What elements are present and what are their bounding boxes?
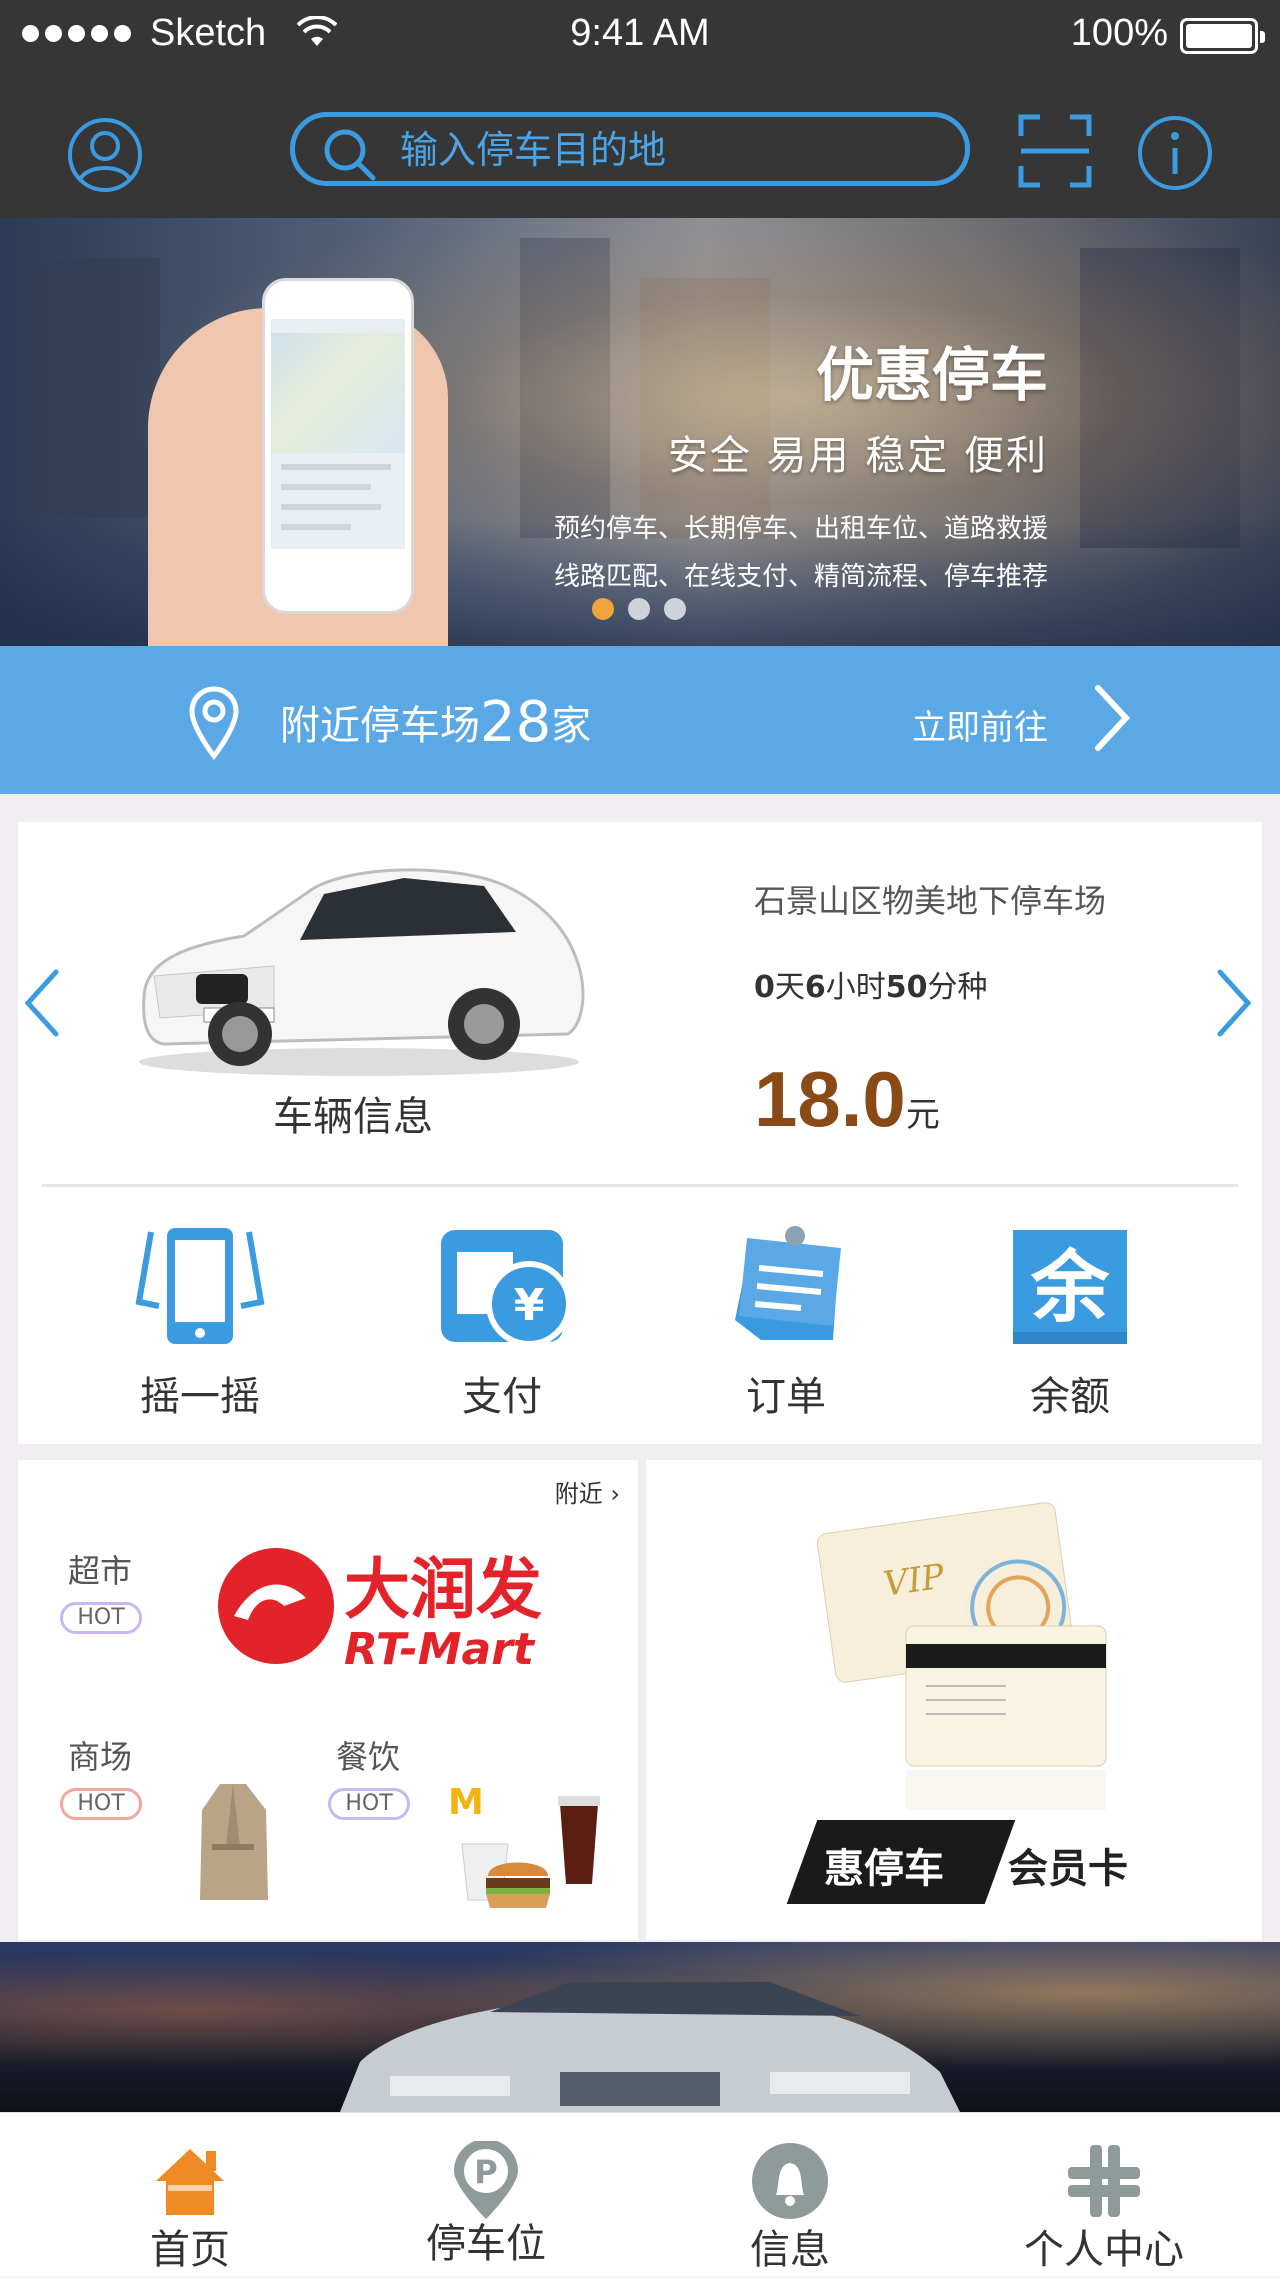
divider	[42, 1184, 1238, 1187]
duration-days-unit: 天	[774, 970, 805, 1005]
pay-button[interactable]: ¥ 支付	[402, 1222, 602, 1422]
fee-unit: 元	[905, 1096, 940, 1134]
tab-messages[interactable]: 信息	[630, 2113, 950, 2278]
shake-label: 摇一摇	[140, 1374, 260, 1420]
mall-label: 商场	[68, 1738, 133, 1776]
orders-label: 订单	[746, 1374, 826, 1420]
order-note-icon	[735, 1226, 841, 1340]
tab-home-label: 首页	[150, 2227, 230, 2273]
svg-text:M: M	[448, 1782, 484, 1823]
banner-features-1: 预约停车、长期停车、出租车位、道路救援	[553, 514, 1048, 544]
dining-label: 餐饮	[336, 1738, 401, 1776]
status-bar: Sketch 9:41 AM 100%	[0, 0, 1280, 72]
nearby-parking-bar[interactable]: 附近停车场28家 立即前往	[0, 646, 1280, 794]
page-dot[interactable]	[628, 598, 650, 620]
vehicle-info-label: 车辆信息	[273, 1094, 433, 1140]
bottom-tab-bar: 首页 P 停车位 信息 个人中心	[0, 2112, 1280, 2277]
page-dot-active[interactable]	[592, 598, 614, 620]
vip-card-image: VIP	[816, 1502, 1107, 1810]
vip-card-title: VIP	[881, 1557, 948, 1605]
search-icon	[324, 129, 376, 181]
balance-button[interactable]: 余 余额	[970, 1222, 1170, 1422]
tab-profile[interactable]: 个人中心	[944, 2113, 1264, 2278]
phone-mockup-image	[262, 278, 414, 614]
nearby-suffix: 家	[551, 703, 592, 749]
search-input[interactable]: 输入停车目的地	[290, 112, 970, 186]
svg-text:¥: ¥	[514, 1280, 545, 1331]
svg-text:P: P	[474, 2153, 497, 2191]
chevron-right-icon[interactable]	[1214, 968, 1254, 1038]
tab-home[interactable]: 首页	[30, 2113, 350, 2278]
car-image	[139, 868, 585, 1076]
vehicle-info-card: 车辆信息 石景山区物美地下停车场 0天6小时50分种 18.0元 摇一摇 ¥ 支…	[18, 822, 1262, 1444]
shake-phone-icon	[135, 1228, 265, 1344]
banner-features-2: 线路匹配、在线支付、精简流程、停车推荐	[553, 562, 1048, 592]
chevron-right-icon: ›	[610, 1480, 620, 1508]
orders-button[interactable]: 订单	[686, 1222, 886, 1422]
battery-icon	[1180, 18, 1265, 54]
parking-duration: 0天6小时50分种	[754, 962, 988, 1006]
nearby-prefix: 附近停车场	[280, 703, 480, 749]
balance-yu-icon: 余	[1013, 1230, 1127, 1344]
shake-button[interactable]: 摇一摇	[100, 1222, 300, 1422]
pay-label: 支付	[462, 1374, 542, 1420]
location-pin-icon	[189, 686, 239, 760]
tab-parking-label: 停车位	[426, 2221, 546, 2267]
rt-mart-cn: 大润发	[344, 1551, 542, 1628]
car-ad-banner[interactable]	[0, 1942, 1280, 2112]
page-dot[interactable]	[664, 598, 686, 620]
nearby-shops-card[interactable]: 附近 › 超市 HOT 大润发 RT-Mart 商场 HOT 餐饮 HOT M	[18, 1460, 638, 1940]
top-nav-bar: 输入停车目的地	[0, 72, 1280, 218]
fee-amount: 18.0	[754, 1055, 906, 1143]
rt-mart-en: RT-Mart	[344, 1624, 536, 1675]
info-icon[interactable]	[1136, 114, 1214, 192]
duration-hours: 6	[804, 970, 826, 1005]
membership-label: 会员卡	[1008, 1846, 1128, 1892]
svg-text:余: 余	[1030, 1243, 1110, 1333]
coat-image[interactable]	[196, 1780, 270, 1908]
banner-page-indicator[interactable]	[592, 598, 686, 620]
nearby-count: 28	[480, 690, 552, 755]
brand-badge-text: 惠停车	[824, 1846, 944, 1892]
rt-mart-logo[interactable]: 大润发 RT-Mart	[214, 1540, 594, 1680]
battery-percent: 100%	[1070, 12, 1168, 54]
promo-banner[interactable]: 优惠停车 安全 易用 稳定 便利 预约停车、长期停车、出租车位、道路救援 线路匹…	[0, 218, 1280, 646]
scan-icon[interactable]	[1018, 114, 1092, 188]
membership-card-promo[interactable]: VIP 惠停车 会员卡	[646, 1460, 1262, 1940]
sedan-image	[340, 1982, 960, 2112]
more-label: 附近	[554, 1480, 603, 1508]
balance-label: 余额	[1030, 1374, 1110, 1420]
fast-food-image[interactable]: M	[448, 1780, 618, 1920]
hot-badge: HOT	[60, 1788, 142, 1820]
chevron-right-icon[interactable]	[1092, 684, 1132, 752]
user-avatar-icon[interactable]	[66, 116, 144, 194]
duration-days: 0	[754, 970, 775, 1005]
hot-badge: HOT	[328, 1788, 410, 1820]
tab-messages-label: 信息	[750, 2227, 830, 2273]
duration-hours-unit: 小时	[825, 970, 886, 1005]
parking-pin-icon: P	[454, 2141, 518, 2219]
duration-minutes-unit: 分种	[927, 970, 988, 1005]
tab-parking[interactable]: P 停车位	[326, 2113, 646, 2278]
parking-lot-name: 石景山区物美地下停车场	[754, 882, 1107, 920]
chevron-left-icon[interactable]	[22, 968, 62, 1038]
tab-profile-label: 个人中心	[1024, 2227, 1184, 2273]
bell-icon	[752, 2143, 828, 2219]
search-placeholder: 输入停车目的地	[400, 128, 667, 172]
supermarket-label: 超市	[68, 1552, 133, 1590]
banner-title: 优惠停车	[815, 341, 1048, 409]
grid-plus-icon	[1068, 2145, 1140, 2217]
parking-fee: 18.0元	[754, 1054, 940, 1145]
nearby-count-label: 附近停车场28家	[280, 690, 591, 755]
wallet-yuan-icon: ¥	[441, 1230, 572, 1347]
go-now-link[interactable]: 立即前往	[912, 700, 1048, 749]
nearby-more-link[interactable]: 附近 ›	[555, 1474, 620, 1509]
home-icon	[156, 2149, 224, 2215]
banner-subtitle: 安全 易用 稳定 便利	[667, 433, 1048, 479]
hot-badge: HOT	[60, 1602, 142, 1634]
duration-minutes: 50	[885, 970, 928, 1005]
